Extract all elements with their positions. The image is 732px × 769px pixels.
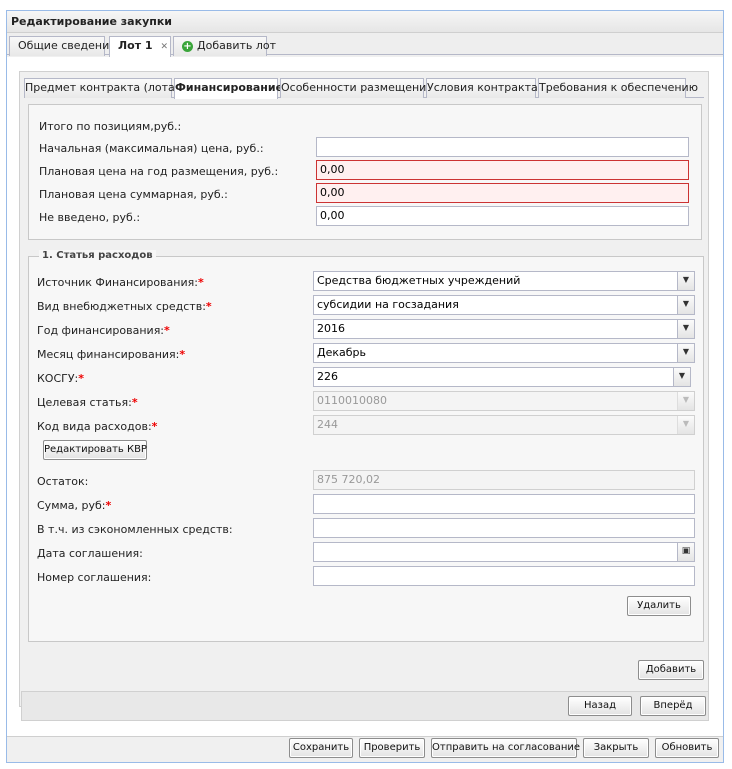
close-icon[interactable]: ✕ bbox=[160, 38, 168, 56]
tab-add-lot-label: Добавить лот bbox=[197, 39, 277, 52]
add-button[interactable]: Добавить bbox=[638, 660, 704, 680]
remaining-label: Остаток: bbox=[37, 475, 89, 488]
tab-security-label: Требования к обеспечению bbox=[539, 81, 698, 94]
not-entered-label: Не введено, руб.: bbox=[39, 211, 141, 224]
add-icon: + bbox=[182, 41, 193, 52]
planned-total-price-field[interactable]: 0,00 bbox=[316, 183, 689, 203]
tab-contract-subject-label: Предмет контракта (лота) bbox=[25, 81, 180, 94]
send-for-approval-button[interactable]: Отправить на согласование bbox=[431, 738, 580, 758]
sum-label: Сумма, руб:* bbox=[37, 499, 112, 512]
target-article-select: 0110010080 ▼ bbox=[313, 391, 695, 411]
planned-total-price-label: Плановая цена суммарная, руб.: bbox=[39, 188, 228, 201]
extrabudget-kind-label: Вид внебюджетных средств:* bbox=[37, 300, 212, 313]
saved-funds-field[interactable] bbox=[313, 518, 695, 538]
chevron-down-icon[interactable]: ▼ bbox=[677, 320, 694, 338]
refresh-button[interactable]: Обновить bbox=[655, 738, 719, 758]
delete-button[interactable]: Удалить bbox=[627, 596, 691, 616]
chevron-down-icon: ▼ bbox=[677, 392, 694, 410]
expense-fieldset: 1. Статья расходов Источник Финансирован… bbox=[28, 250, 704, 642]
tab-financing[interactable]: Финансирование bbox=[174, 78, 283, 99]
sub-tab-strip: Предмет контракта (лота) Финансирование … bbox=[24, 76, 704, 99]
close-button[interactable]: Закрыть bbox=[583, 738, 649, 758]
lot-content: Предмет контракта (лота) Финансирование … bbox=[7, 57, 723, 737]
tab-lot-1-label: Лот 1 bbox=[118, 39, 153, 52]
chevron-down-icon[interactable]: ▼ bbox=[677, 296, 694, 314]
expense-code-label: Код вида расходов:* bbox=[37, 420, 158, 433]
tab-contract-terms-label: Условия контракта bbox=[427, 81, 538, 94]
tab-general-label: Общие сведения bbox=[18, 39, 116, 52]
initial-price-field[interactable] bbox=[316, 137, 689, 157]
expense-legend: 1. Статья расходов bbox=[39, 250, 156, 261]
planned-year-price-label: Плановая цена на год размещения, руб.: bbox=[39, 165, 279, 178]
tab-contract-subject[interactable]: Предмет контракта (лота) bbox=[24, 78, 179, 98]
chevron-down-icon[interactable]: ▼ bbox=[677, 344, 694, 362]
source-select[interactable]: Средства бюджетных учреждений ▼ bbox=[313, 271, 695, 291]
agreement-number-field[interactable] bbox=[313, 566, 695, 586]
kosgu-label: КОСГУ:* bbox=[37, 372, 85, 385]
tab-general[interactable]: Общие сведения bbox=[9, 36, 116, 56]
remaining-field: 875 720,02 bbox=[313, 470, 695, 490]
calendar-icon[interactable]: ▣ bbox=[677, 543, 694, 561]
totals-box: Итого по позициям,руб.: Начальная (макси… bbox=[28, 104, 702, 240]
edit-kvr-button[interactable]: Редактировать КВР bbox=[43, 440, 147, 460]
target-article-label: Целевая статья:* bbox=[37, 396, 138, 409]
tab-placement[interactable]: Особенности размещения bbox=[280, 78, 433, 98]
check-button[interactable]: Проверить bbox=[359, 738, 425, 758]
year-select[interactable]: 2016 ▼ bbox=[313, 319, 695, 339]
saved-funds-label: В т.ч. из сэкономленных средств: bbox=[37, 523, 233, 536]
tab-contract-terms[interactable]: Условия контракта bbox=[426, 78, 538, 98]
not-entered-field[interactable]: 0,00 bbox=[316, 206, 689, 226]
extrabudget-kind-select[interactable]: субсидии на госзадания ▼ bbox=[313, 295, 695, 315]
tab-financing-label: Финансирование bbox=[175, 81, 284, 94]
tab-security[interactable]: Требования к обеспечению bbox=[538, 78, 698, 98]
save-button[interactable]: Сохранить bbox=[289, 738, 353, 758]
kosgu-select[interactable]: 226 ▼ bbox=[313, 367, 691, 387]
month-label: Месяц финансирования:* bbox=[37, 348, 186, 361]
lot-panel: Предмет контракта (лота) Финансирование … bbox=[19, 71, 709, 707]
edit-purchase-window: Редактирование закупки Общие сведения Ло… bbox=[6, 10, 724, 763]
tab-lot-1[interactable]: Лот 1 ✕ bbox=[109, 36, 171, 57]
agreement-date-field[interactable]: ▣ bbox=[313, 542, 695, 562]
year-label: Год финансирования:* bbox=[37, 324, 170, 337]
agreement-number-label: Номер соглашения: bbox=[37, 571, 152, 584]
tab-add-lot[interactable]: + Добавить лот bbox=[173, 36, 276, 56]
chevron-down-icon[interactable]: ▼ bbox=[673, 368, 690, 386]
planned-year-price-field[interactable]: 0,00 bbox=[316, 160, 689, 180]
source-label: Источник Финансирования:* bbox=[37, 276, 204, 289]
totals-header: Итого по позициям,руб.: bbox=[39, 120, 182, 133]
chevron-down-icon: ▼ bbox=[677, 416, 694, 434]
tab-placement-label: Особенности размещения bbox=[281, 81, 433, 94]
back-button[interactable]: Назад bbox=[568, 696, 632, 716]
month-select[interactable]: Декабрь ▼ bbox=[313, 343, 695, 363]
chevron-down-icon[interactable]: ▼ bbox=[677, 272, 694, 290]
sum-field[interactable] bbox=[313, 494, 695, 514]
agreement-date-label: Дата соглашения: bbox=[37, 547, 143, 560]
initial-price-label: Начальная (максимальная) цена, руб.: bbox=[39, 142, 264, 155]
footer-toolbar: Сохранить Проверить Отправить на согласо… bbox=[7, 738, 723, 762]
expense-code-select: 244 ▼ bbox=[313, 415, 695, 435]
forward-button[interactable]: Вперёд bbox=[640, 696, 706, 716]
window-title: Редактирование закупки bbox=[7, 11, 723, 33]
top-tab-strip: Общие сведения Лот 1 ✕ + Добавить лот bbox=[7, 33, 723, 57]
navigation-bar: Назад Вперёд bbox=[21, 691, 709, 721]
